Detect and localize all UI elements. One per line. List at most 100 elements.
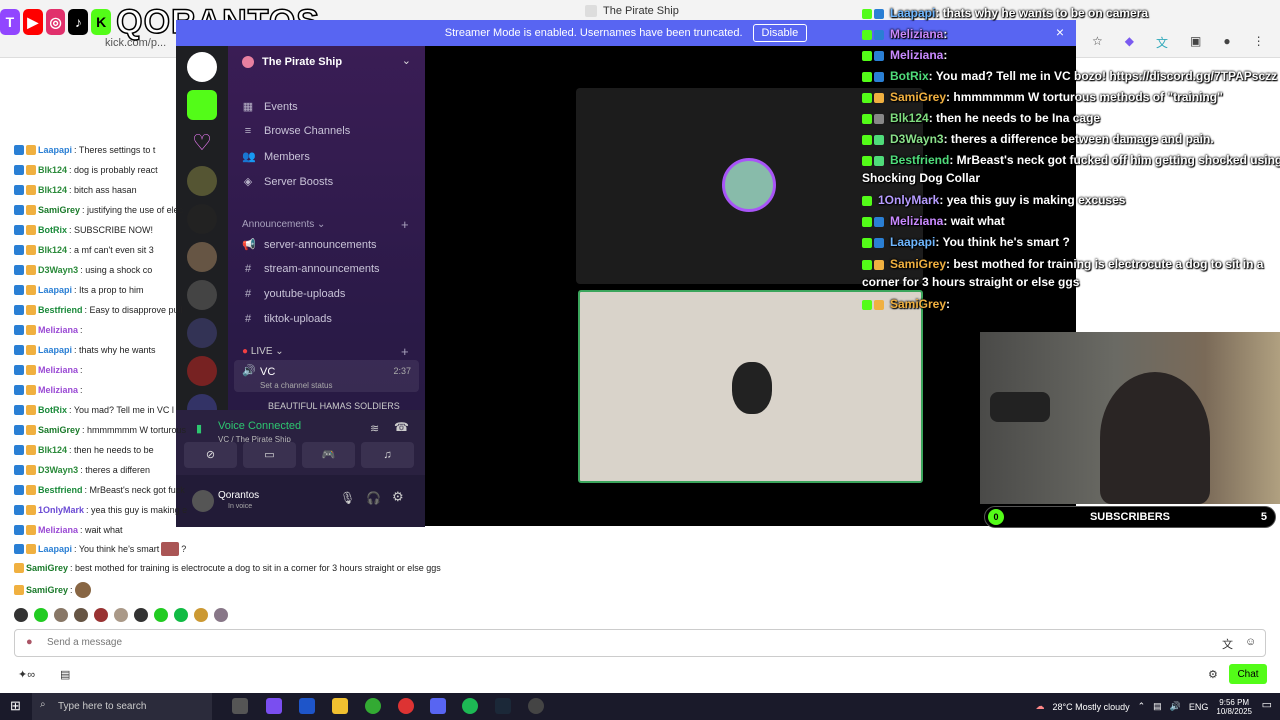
server-icon-kick[interactable] [187, 90, 217, 120]
discord-icon[interactable] [430, 698, 446, 714]
app-icon[interactable] [299, 698, 315, 714]
badge-icon [14, 285, 24, 295]
soundboard-icon[interactable]: ♫ [361, 442, 414, 468]
screenshare-icon[interactable]: ▭ [243, 442, 296, 468]
server-icon[interactable] [187, 166, 217, 196]
windows-start-icon[interactable]: ⊞ [10, 698, 21, 714]
chat-username[interactable]: 1OnlyMark [38, 504, 84, 516]
chat-username[interactable]: Meliziana [38, 524, 78, 536]
menu-server-boosts[interactable]: ◈ Server Boosts [242, 175, 333, 189]
chat-username[interactable]: D3Wayn3 [38, 464, 78, 476]
chevron-down-icon[interactable]: ⌄ [402, 54, 411, 67]
chat-username[interactable]: BotRix [38, 404, 67, 416]
vc-status[interactable]: Set a channel status [260, 381, 333, 390]
add-channel-icon[interactable]: + [401, 344, 409, 359]
chrome-icon[interactable] [398, 698, 414, 714]
menu-members[interactable]: 👥 Members [242, 150, 310, 164]
volume-icon[interactable]: 🔊 [1170, 701, 1181, 712]
emote-icon[interactable] [194, 608, 208, 622]
server-icon[interactable] [187, 318, 217, 348]
settings-icon[interactable]: ⚙ [392, 489, 404, 505]
avatar[interactable] [192, 490, 214, 512]
badge-icon [14, 245, 24, 255]
category-announcements[interactable]: Announcements ⌄ [242, 219, 325, 230]
emote-icon[interactable] [134, 608, 148, 622]
chat-username[interactable]: Blk124 [38, 164, 67, 176]
chat-message: Blk124: bitch ass hasan [14, 184, 137, 196]
clock[interactable]: 9:56 PM 10/8/2025 [1216, 698, 1252, 716]
language-indicator[interactable]: ENG [1189, 702, 1209, 712]
emote-icon[interactable] [174, 608, 188, 622]
disconnect-icon[interactable]: ☎ [394, 420, 409, 434]
file-explorer-icon[interactable] [332, 698, 348, 714]
spotify-icon[interactable] [462, 698, 478, 714]
chat-username[interactable]: Blk124 [38, 184, 67, 196]
server-icon[interactable] [187, 242, 217, 272]
steam-icon[interactable] [495, 698, 511, 714]
chat-username[interactable]: Meliziana [38, 384, 78, 396]
channel-stream-announcements[interactable]: # stream-announcements [242, 263, 380, 275]
emote-icon[interactable] [94, 608, 108, 622]
obs-icon[interactable] [528, 698, 544, 714]
activity-icon[interactable]: 🎮 [302, 442, 355, 468]
network-icon[interactable]: ▤ [1153, 701, 1162, 712]
chat-message: D3Wayn3: using a shock co [14, 264, 152, 276]
disable-button[interactable]: Disable [752, 24, 808, 42]
points-icon[interactable]: ✦∞ [18, 668, 35, 681]
server-icon[interactable] [187, 356, 217, 386]
notification-icon[interactable]: ▭ [1262, 698, 1272, 711]
chat-username[interactable]: Meliziana [38, 364, 78, 376]
emote-icon[interactable] [34, 608, 48, 622]
emote-icon[interactable] [54, 608, 68, 622]
noise-suppression-icon[interactable]: ≋ [370, 422, 379, 435]
chat-username[interactable]: Laapapi [38, 284, 72, 296]
chat-send-button[interactable]: Chat [1229, 664, 1267, 684]
chat-username[interactable]: Laapapi [38, 144, 72, 156]
chrome-icon[interactable] [365, 698, 381, 714]
channel-youtube-uploads[interactable]: # youtube-uploads [242, 288, 345, 300]
server-icon-home[interactable] [187, 52, 217, 82]
channel-tiktok-uploads[interactable]: # tiktok-uploads [242, 313, 332, 325]
emote-icon[interactable] [114, 608, 128, 622]
heart-icon[interactable]: ♡ [187, 128, 217, 158]
headphones-icon[interactable]: 🎧 [366, 491, 381, 505]
chat-username[interactable]: Bestfriend [38, 304, 83, 316]
signal-icon[interactable]: ▮ [196, 422, 202, 435]
server-icon[interactable] [187, 280, 217, 310]
gift-icon[interactable]: ▤ [60, 668, 70, 681]
emote-icon[interactable] [74, 608, 88, 622]
weather-text[interactable]: 28°C Mostly cloudy [1052, 702, 1129, 712]
microphone-icon[interactable]: ● [26, 636, 33, 648]
chat-username[interactable]: SamiGrey [38, 204, 80, 216]
menu-events[interactable]: ▦ Events [242, 100, 298, 114]
camera-off-icon[interactable]: ⊘ [184, 442, 237, 468]
vc-channel[interactable]: 🔊 VC 2:37 Set a channel status [234, 360, 419, 392]
emote-icon[interactable] [214, 608, 228, 622]
channel-label: stream-announcements [264, 263, 380, 275]
chat-username[interactable]: SamiGrey [38, 424, 80, 436]
chat-username[interactable]: Meliziana [38, 324, 78, 336]
chat-username[interactable]: Laapapi [38, 344, 72, 356]
chat-username[interactable]: BotRix [38, 224, 67, 236]
chat-username[interactable]: Blk124 [38, 444, 67, 456]
channel-server-announcements[interactable]: 📢 server-announcements [242, 238, 377, 252]
taskbar-search[interactable]: ⌕ Type here to search [32, 693, 212, 720]
chat-username[interactable]: Bestfriend [38, 484, 83, 496]
message-input[interactable] [14, 629, 1266, 657]
menu-browse-channels[interactable]: ≡ Browse Channels [242, 125, 350, 137]
chat-username[interactable]: Blk124 [38, 244, 67, 256]
settings-icon[interactable]: ⚙ [1208, 668, 1218, 681]
emote-icon[interactable] [154, 608, 168, 622]
chevron-up-icon[interactable]: ⌃ [1138, 701, 1146, 712]
copilot-icon[interactable] [266, 698, 282, 714]
server-name[interactable]: The Pirate Ship [262, 56, 342, 68]
chat-username[interactable]: D3Wayn3 [38, 264, 78, 276]
add-channel-icon[interactable]: + [401, 217, 409, 232]
task-view-icon[interactable] [232, 698, 248, 714]
translate-icon[interactable]: 文 [1222, 636, 1233, 652]
category-live[interactable]: ● LIVE ⌄ [242, 346, 284, 357]
microphone-icon[interactable]: 🎙 [340, 491, 355, 505]
server-icon[interactable] [187, 204, 217, 234]
emoji-icon[interactable]: ☺ [1245, 636, 1256, 648]
emote-icon[interactable] [14, 608, 28, 622]
